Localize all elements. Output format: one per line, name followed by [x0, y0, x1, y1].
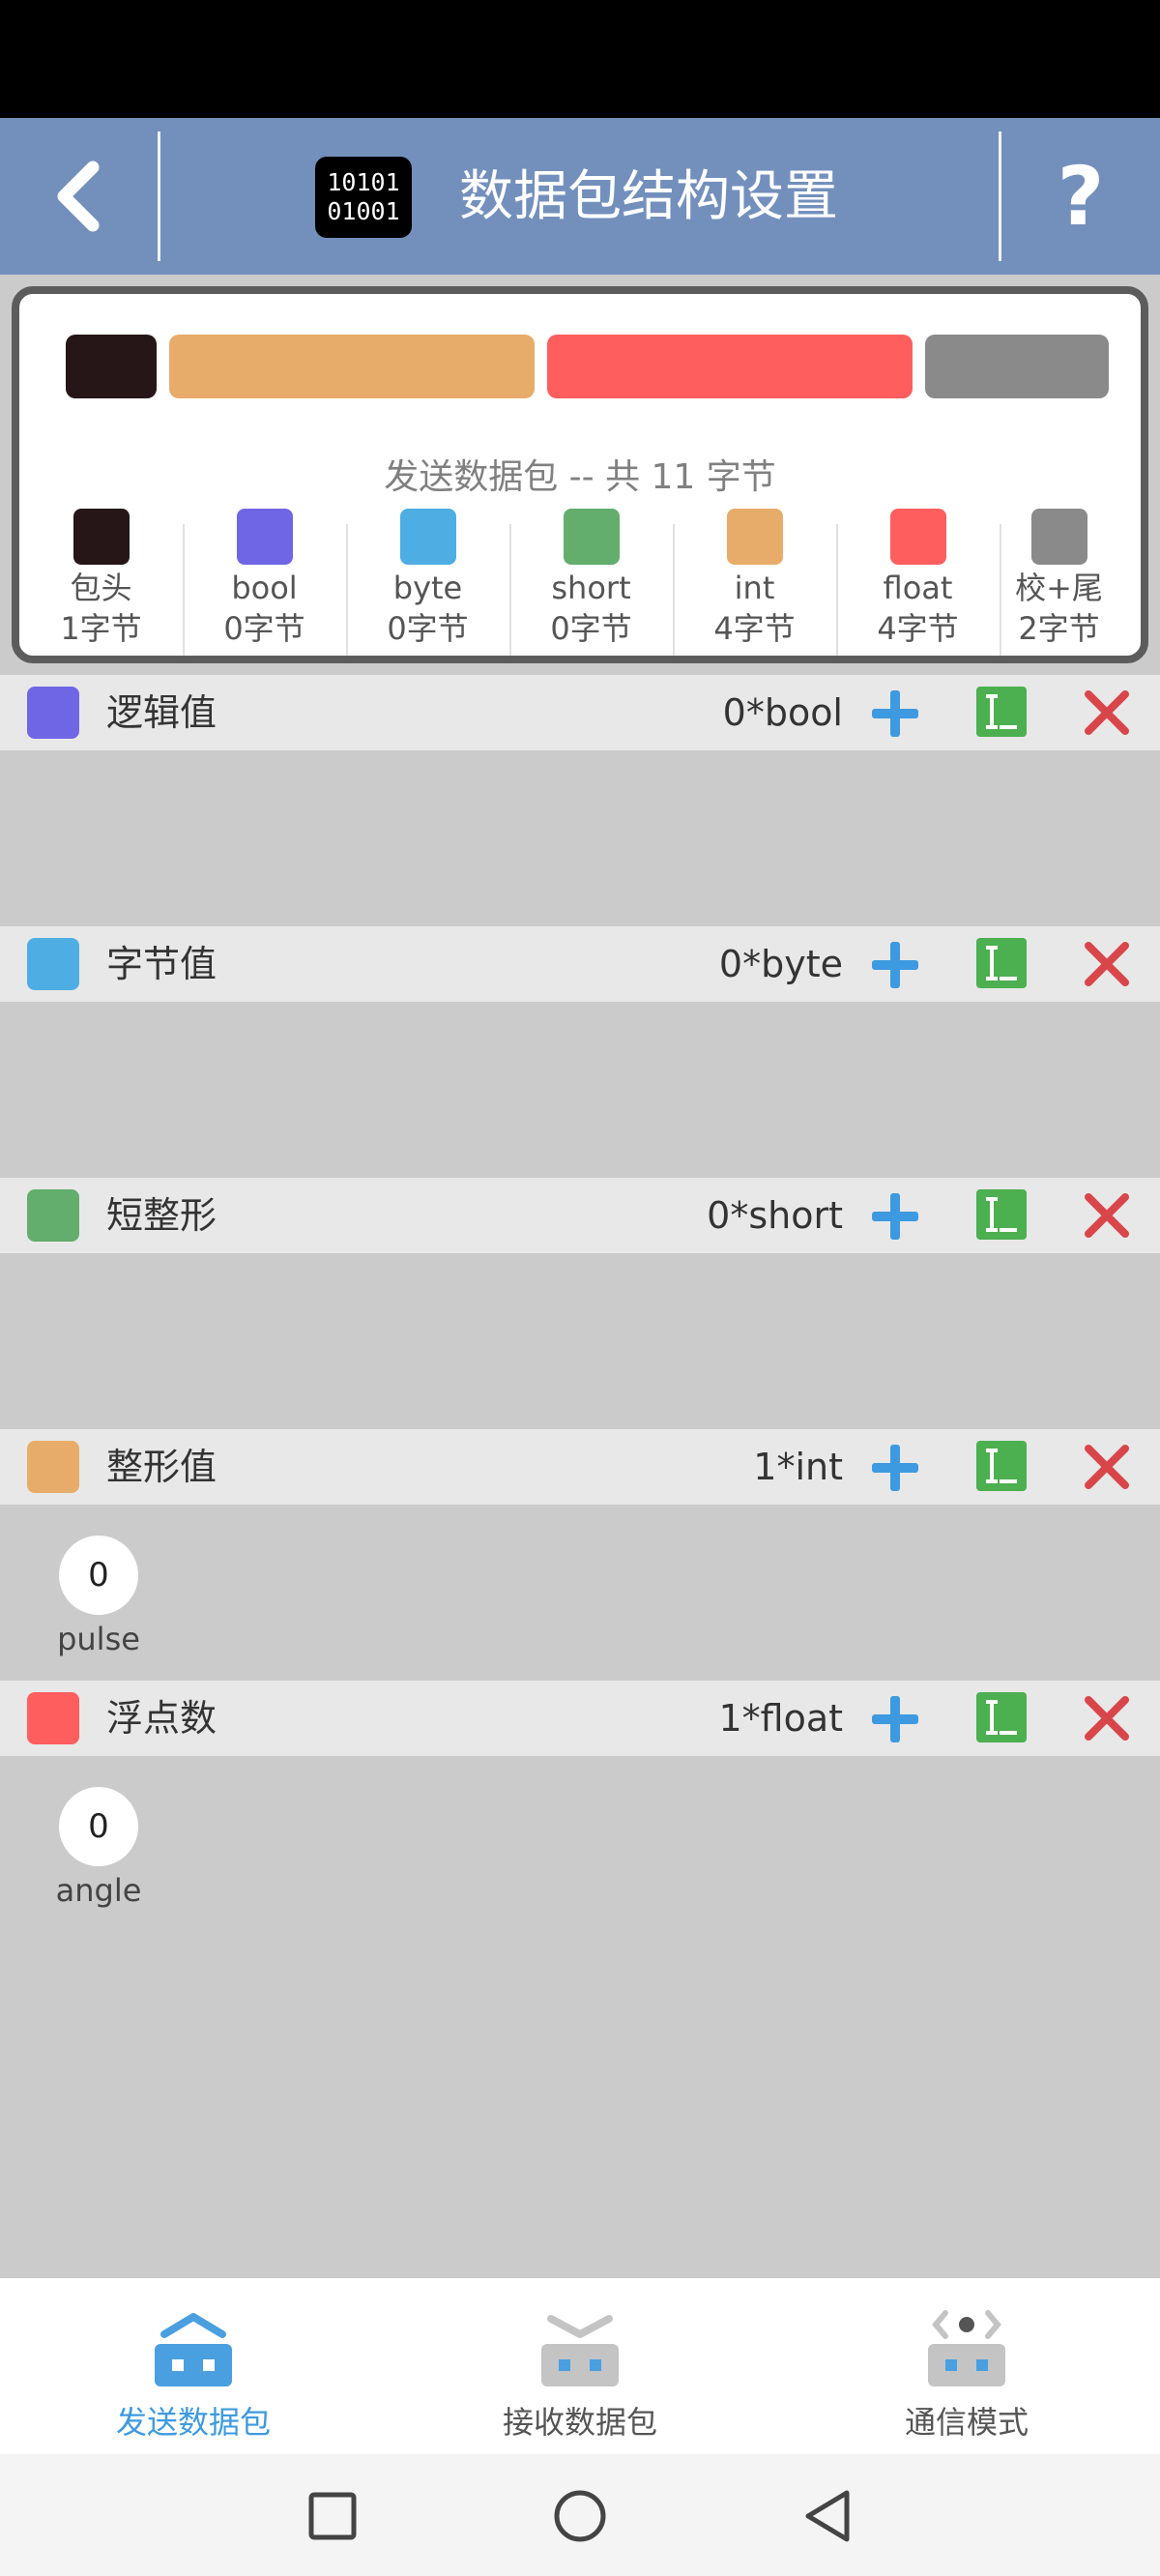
legend-swatch [727, 509, 783, 565]
help-button[interactable]: ? [1001, 118, 1160, 275]
legend-item: float 4字节 [836, 509, 1000, 663]
field-value[interactable]: 0 [59, 1787, 138, 1866]
section-header-byte: 字节值 0*byte [0, 926, 1160, 1002]
edit-name-icon[interactable] [976, 1189, 1027, 1240]
section-header-short: 短整形 0*short [0, 1178, 1160, 1253]
legend-item: int 4字节 [673, 509, 836, 663]
send-package-icon [155, 2313, 232, 2386]
section-swatch [27, 1189, 79, 1242]
tab-receive-package[interactable]: 接收数据包 [387, 2278, 773, 2454]
legend-swatch [73, 509, 130, 565]
legend-item: byte 0字节 [346, 509, 509, 663]
bottom-tab-bar: 发送数据包 接收数据包 通信模式 [0, 2278, 1160, 2454]
status-bar [0, 0, 1160, 118]
edit-name-icon[interactable] [976, 687, 1027, 737]
delete-icon[interactable] [1083, 1694, 1131, 1742]
back-nav-icon[interactable] [787, 2475, 868, 2557]
add-icon[interactable] [866, 685, 924, 743]
float-field[interactable]: 0 angle [36, 1787, 161, 1922]
tab-send-package[interactable]: 发送数据包 [0, 2278, 387, 2454]
section-count: 0*bool [722, 691, 843, 734]
legend-swatch [237, 509, 293, 565]
section-count: 1*int [753, 1446, 843, 1488]
home-icon[interactable] [539, 2475, 621, 2557]
legend-item: 校+尾 2字节 [977, 509, 1141, 663]
delete-icon[interactable] [1083, 940, 1131, 988]
back-button[interactable] [0, 118, 158, 275]
section-count: 0*short [707, 1194, 843, 1237]
section-header-int: 整形值 1*int [0, 1429, 1160, 1505]
section-header-float: 浮点数 1*float [0, 1681, 1160, 1756]
packet-summary-card: 发送数据包 -- 共 11 字节 包头 1字节 bool 0字节 byte 0字… [12, 286, 1148, 663]
app-header: 10101 01001 数据包结构设置 ? [0, 118, 1160, 275]
packet-bar-checksum-tail [925, 335, 1109, 398]
add-icon[interactable] [866, 1690, 924, 1748]
receive-package-icon [541, 2315, 619, 2386]
add-icon[interactable] [866, 1439, 924, 1497]
type-legend: 包头 1字节 bool 0字节 byte 0字节 short 0字节 int 4… [19, 509, 1141, 663]
page-title: 数据包结构设置 [459, 165, 838, 228]
legend-item: 包头 1字节 [19, 509, 183, 663]
packet-bar-header [66, 335, 157, 398]
edit-name-icon[interactable] [976, 938, 1027, 988]
delete-icon[interactable] [1083, 1443, 1131, 1491]
legend-swatch [400, 509, 456, 565]
edit-name-icon[interactable] [976, 1692, 1027, 1742]
section-title: 浮点数 [106, 1697, 218, 1740]
section-count: 0*byte [718, 943, 843, 985]
field-value[interactable]: 0 [59, 1536, 138, 1615]
recent-apps-icon[interactable] [292, 2475, 373, 2557]
edit-name-icon[interactable] [976, 1441, 1027, 1491]
field-label: pulse [57, 1621, 140, 1657]
field-label: angle [55, 1872, 142, 1909]
packet-size-label: 发送数据包 -- 共 11 字节 [384, 457, 776, 497]
section-header-bool: 逻辑值 0*bool [0, 675, 1160, 750]
section-title: 短整形 [106, 1194, 218, 1237]
legend-swatch [1031, 509, 1088, 565]
delete-icon[interactable] [1083, 688, 1131, 737]
tab-communication-mode[interactable]: 通信模式 [773, 2278, 1160, 2454]
delete-icon[interactable] [1083, 1191, 1131, 1240]
section-swatch [27, 1441, 79, 1493]
binary-logo-icon: 10101 01001 [315, 157, 412, 238]
section-title: 逻辑值 [106, 691, 218, 734]
section-swatch [27, 1692, 79, 1744]
system-nav-bar [0, 2454, 1160, 2576]
legend-swatch [564, 509, 620, 565]
packet-bar-float [547, 335, 913, 398]
section-title: 字节值 [106, 943, 218, 985]
section-swatch [27, 938, 79, 990]
add-icon[interactable] [866, 1187, 924, 1245]
chevron-left-icon [57, 161, 99, 232]
int-field[interactable]: 0 pulse [36, 1536, 161, 1671]
add-icon[interactable] [866, 936, 924, 994]
header-divider [158, 132, 160, 261]
section-title: 整形值 [106, 1446, 218, 1488]
legend-item: bool 0字节 [183, 509, 346, 663]
packet-bar-int [169, 335, 535, 398]
legend-item: short 0字节 [509, 509, 673, 663]
section-swatch [27, 687, 79, 739]
legend-swatch [890, 509, 946, 565]
section-count: 1*float [718, 1697, 843, 1740]
communication-mode-icon [928, 2310, 1005, 2386]
